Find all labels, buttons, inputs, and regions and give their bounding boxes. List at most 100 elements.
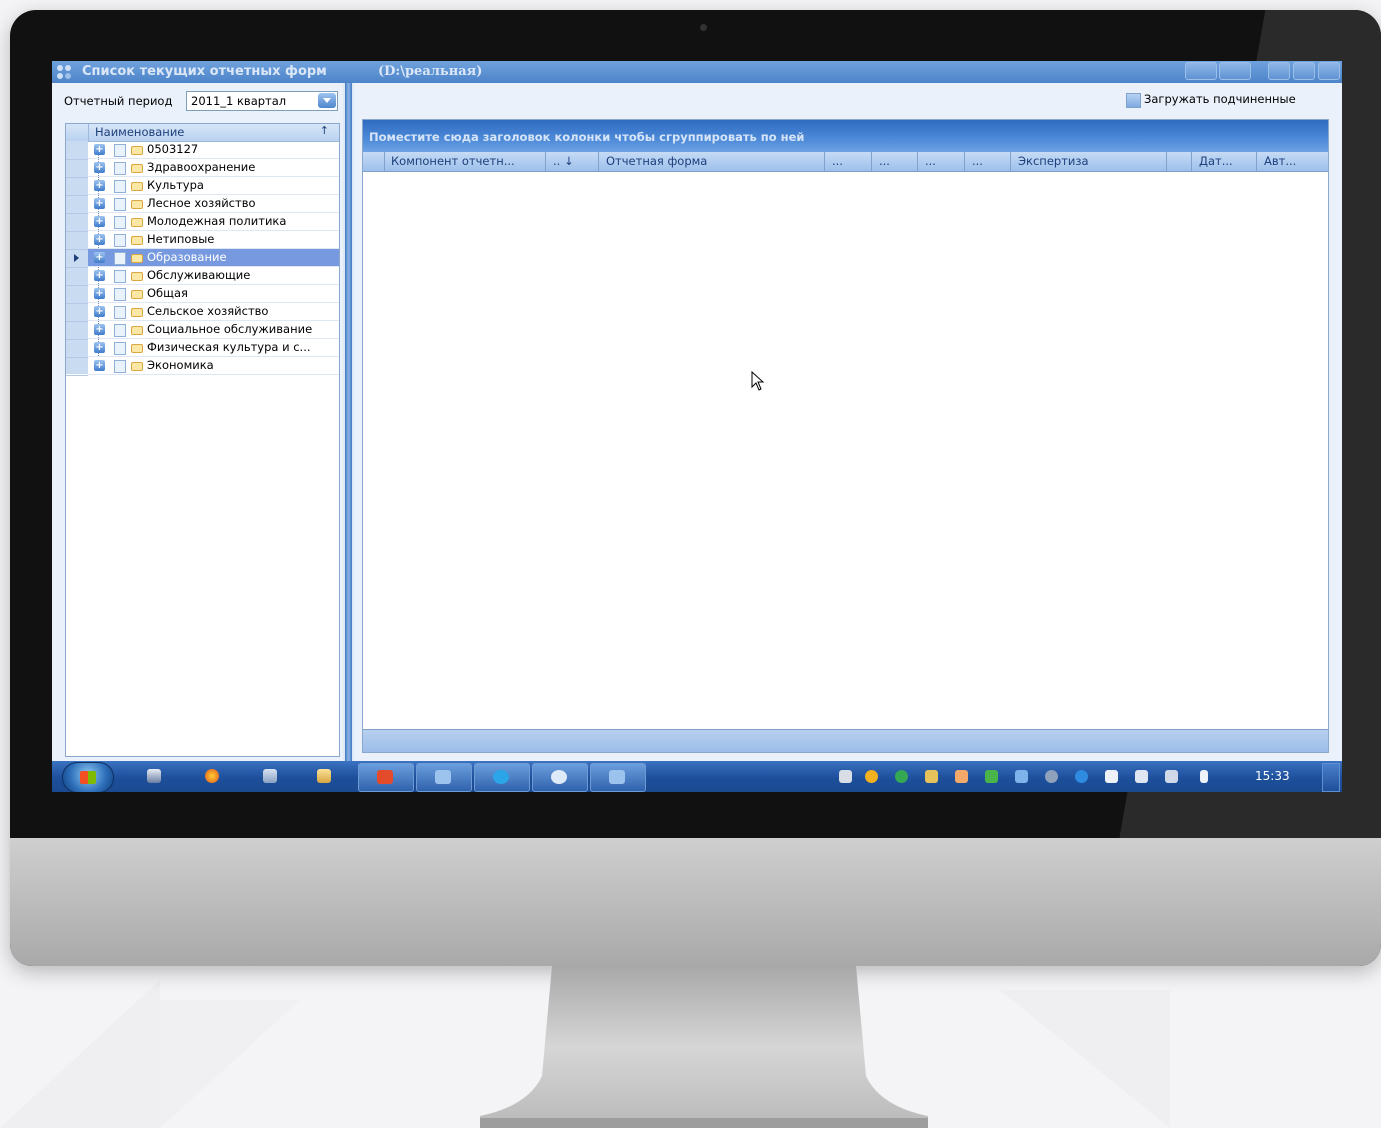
maximize-button[interactable] [1293,62,1315,80]
load-subordinates-checkbox[interactable] [1126,93,1141,108]
tree-cell[interactable]: + Социальное обслуживание [88,321,339,339]
column-5[interactable]: ... [872,152,918,171]
expand-icon[interactable]: + [94,306,105,317]
expand-icon[interactable]: + [94,180,105,191]
tree-cell[interactable]: + Нетиповые [88,231,339,249]
folder-icon [131,326,143,335]
taskbar-button-pdf[interactable] [358,763,414,792]
tree-cell[interactable]: + Здравоохранение [88,159,339,177]
tree-row[interactable]: + Молодежная политика [66,213,339,232]
tree-row[interactable]: + Нетиповые [66,231,339,250]
monitor-icon[interactable] [1165,770,1178,783]
tree-cell[interactable]: + Молодежная политика [88,213,339,231]
show-desktop-button[interactable] [1322,763,1340,792]
taskbar-button-skype[interactable] [474,763,530,792]
column-date[interactable]: Дат... [1192,152,1257,171]
tree-cell[interactable]: + Физическая культура и с... [88,339,339,357]
tree-row[interactable]: + Экономика [66,357,339,376]
bg-shape [0,980,160,1128]
tree-row[interactable]: + Общая [66,285,339,304]
pen-icon[interactable] [839,770,852,783]
expand-icon[interactable]: + [94,342,105,353]
column-expertise[interactable]: Экспертиза [1011,152,1167,171]
taskbar-button-app[interactable] [416,763,472,792]
tree-cell[interactable]: + Общая [88,285,339,303]
tree-row[interactable]: +0503127 [66,141,339,160]
bg-shape [1000,990,1170,1128]
expand-icon[interactable]: + [94,234,105,245]
column-component[interactable]: Компонент отчетн... [385,152,546,171]
calculator-icon[interactable] [263,769,277,783]
period-value: 2011_1 квартал [191,94,287,108]
pane-splitter[interactable] [345,83,352,761]
table-icon [114,144,126,157]
key-icon[interactable] [925,770,938,783]
expand-icon[interactable]: + [94,270,105,281]
tree-cell[interactable]: + Сельское хозяйство [88,303,339,321]
table-icon [114,198,126,211]
expand-icon[interactable]: + [94,360,105,371]
expand-icon[interactable]: + [94,288,105,299]
expand-icon[interactable]: + [94,162,105,173]
tree-row[interactable]: + Обслуживающие [66,267,339,286]
folder-icon [131,290,143,299]
chevron-down-icon[interactable] [318,93,336,108]
tree-row[interactable]: + Социальное обслуживание [66,321,339,340]
power-icon [551,770,567,784]
firefox-icon[interactable] [205,769,219,783]
expand-icon[interactable]: + [94,144,105,155]
expand-icon[interactable]: + [94,324,105,335]
tree-item-label: Молодежная политика [147,214,287,228]
media-icon[interactable] [1045,770,1058,783]
tree-row[interactable]: + Образование [66,249,339,268]
antivirus-icon[interactable] [865,770,878,783]
column-7[interactable]: ... [965,152,1011,171]
column-blank[interactable] [1167,152,1192,171]
taskbar-button-power[interactable] [532,763,588,792]
tree-item-label: Обслуживающие [147,268,251,282]
expand-icon[interactable]: + [94,216,105,227]
table-icon [114,360,126,373]
volume-icon[interactable] [1200,770,1208,783]
tree-row[interactable]: + Здравоохранение [66,159,339,178]
start-button[interactable] [62,762,114,792]
floppy-icon[interactable] [147,769,161,783]
group-by-panel[interactable]: Поместите сюда заголовок колонки чтобы с… [363,120,1328,152]
expand-icon[interactable]: + [94,252,105,263]
column-author[interactable]: Авт... [1257,152,1328,171]
browser-icon[interactable] [1075,770,1088,783]
minimize-button[interactable] [1268,62,1290,80]
tree-cell[interactable]: + Обслуживающие [88,267,339,285]
tree-item-label: Экономика [147,358,214,372]
column-report-form[interactable]: Отчетная форма [599,152,825,171]
tree-cell[interactable]: +0503127 [88,141,339,159]
row-indicator [66,231,88,250]
folder-icon[interactable] [317,769,331,783]
flag-icon[interactable] [1105,770,1118,783]
tree-cell[interactable]: + Экономика [88,357,339,375]
clock[interactable]: 15:33 [1255,769,1290,783]
network-icon[interactable] [1015,770,1028,783]
row-indicator [66,249,88,268]
column-4[interactable]: ... [825,152,872,171]
tree-cell[interactable]: + Образование [88,249,339,267]
taskbar-button-app-2[interactable] [590,763,646,792]
tree-cell[interactable]: + Культура [88,177,339,195]
column-sorted[interactable]: .. ↓ [546,152,599,171]
layout-toggle-button[interactable] [1185,62,1217,80]
tree-row[interactable]: + Сельское хозяйство [66,303,339,322]
tree-header[interactable]: Наименование ↑ [66,124,339,142]
tree-row[interactable]: + Физическая культура и с... [66,339,339,358]
network-agent-icon[interactable] [985,770,998,783]
tree-cell[interactable]: + Лесное хозяйство [88,195,339,213]
restore-layout-button[interactable] [1219,62,1251,80]
tree-row[interactable]: + Культура [66,177,339,196]
period-select[interactable]: 2011_1 квартал [186,91,338,111]
chat-icon[interactable] [955,770,968,783]
column-6[interactable]: ... [918,152,965,171]
close-button[interactable] [1318,62,1340,80]
expand-icon[interactable]: + [94,198,105,209]
sync-icon[interactable] [895,770,908,783]
tree-row[interactable]: + Лесное хозяйство [66,195,339,214]
devices-icon[interactable] [1135,770,1148,783]
